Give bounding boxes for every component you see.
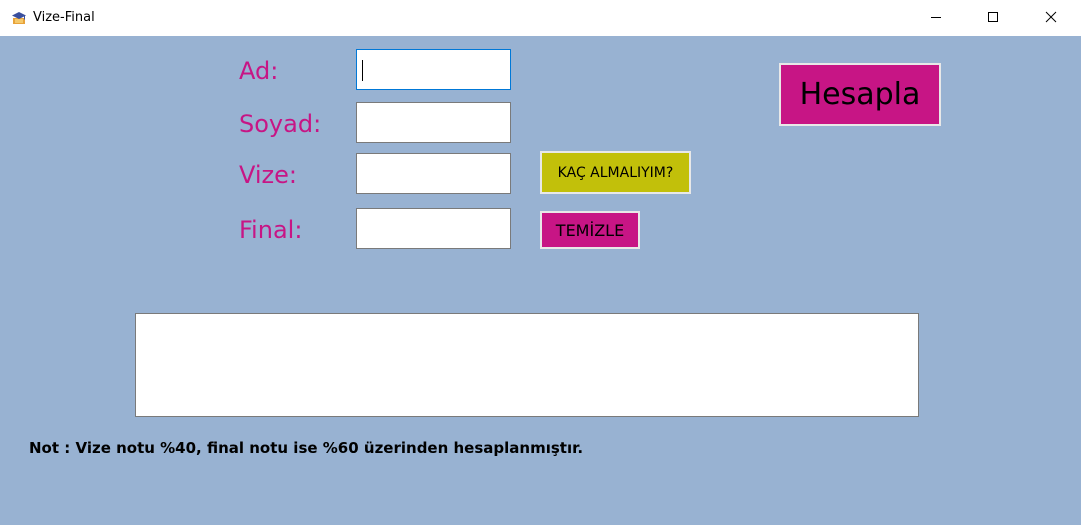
note-text: Not : Vize notu %40, final notu ise %60 … <box>29 439 584 457</box>
vize-input[interactable] <box>356 153 511 194</box>
ad-input[interactable] <box>356 49 511 90</box>
hesapla-button[interactable]: Hesapla <box>779 63 941 126</box>
soyad-label: Soyad: <box>239 110 322 138</box>
minimize-icon <box>930 8 942 27</box>
app-window: Vize-Final Ad: Soyad: Vize: Final: Hesap… <box>0 0 1081 525</box>
text-caret <box>362 60 363 81</box>
soyad-input[interactable] <box>356 102 511 143</box>
maximize-button[interactable] <box>970 0 1016 34</box>
title-bar[interactable]: Vize-Final <box>0 0 1081 36</box>
close-button[interactable] <box>1028 0 1074 34</box>
kac-almaliyim-button[interactable]: KAÇ ALMALIYIM? <box>540 151 691 194</box>
final-label: Final: <box>239 216 303 244</box>
close-icon <box>1045 8 1057 27</box>
window-title: Vize-Final <box>33 10 95 25</box>
graduation-cap-icon <box>11 10 27 26</box>
ad-label: Ad: <box>239 57 279 85</box>
form-client-area: Ad: Soyad: Vize: Final: Hesapla KAÇ ALMA… <box>0 36 1081 525</box>
temizle-button[interactable]: TEMİZLE <box>540 211 640 249</box>
minimize-button[interactable] <box>913 0 959 34</box>
final-input[interactable] <box>356 208 511 249</box>
vize-label: Vize: <box>239 161 298 189</box>
maximize-icon <box>987 8 999 27</box>
result-textbox[interactable] <box>135 313 919 417</box>
